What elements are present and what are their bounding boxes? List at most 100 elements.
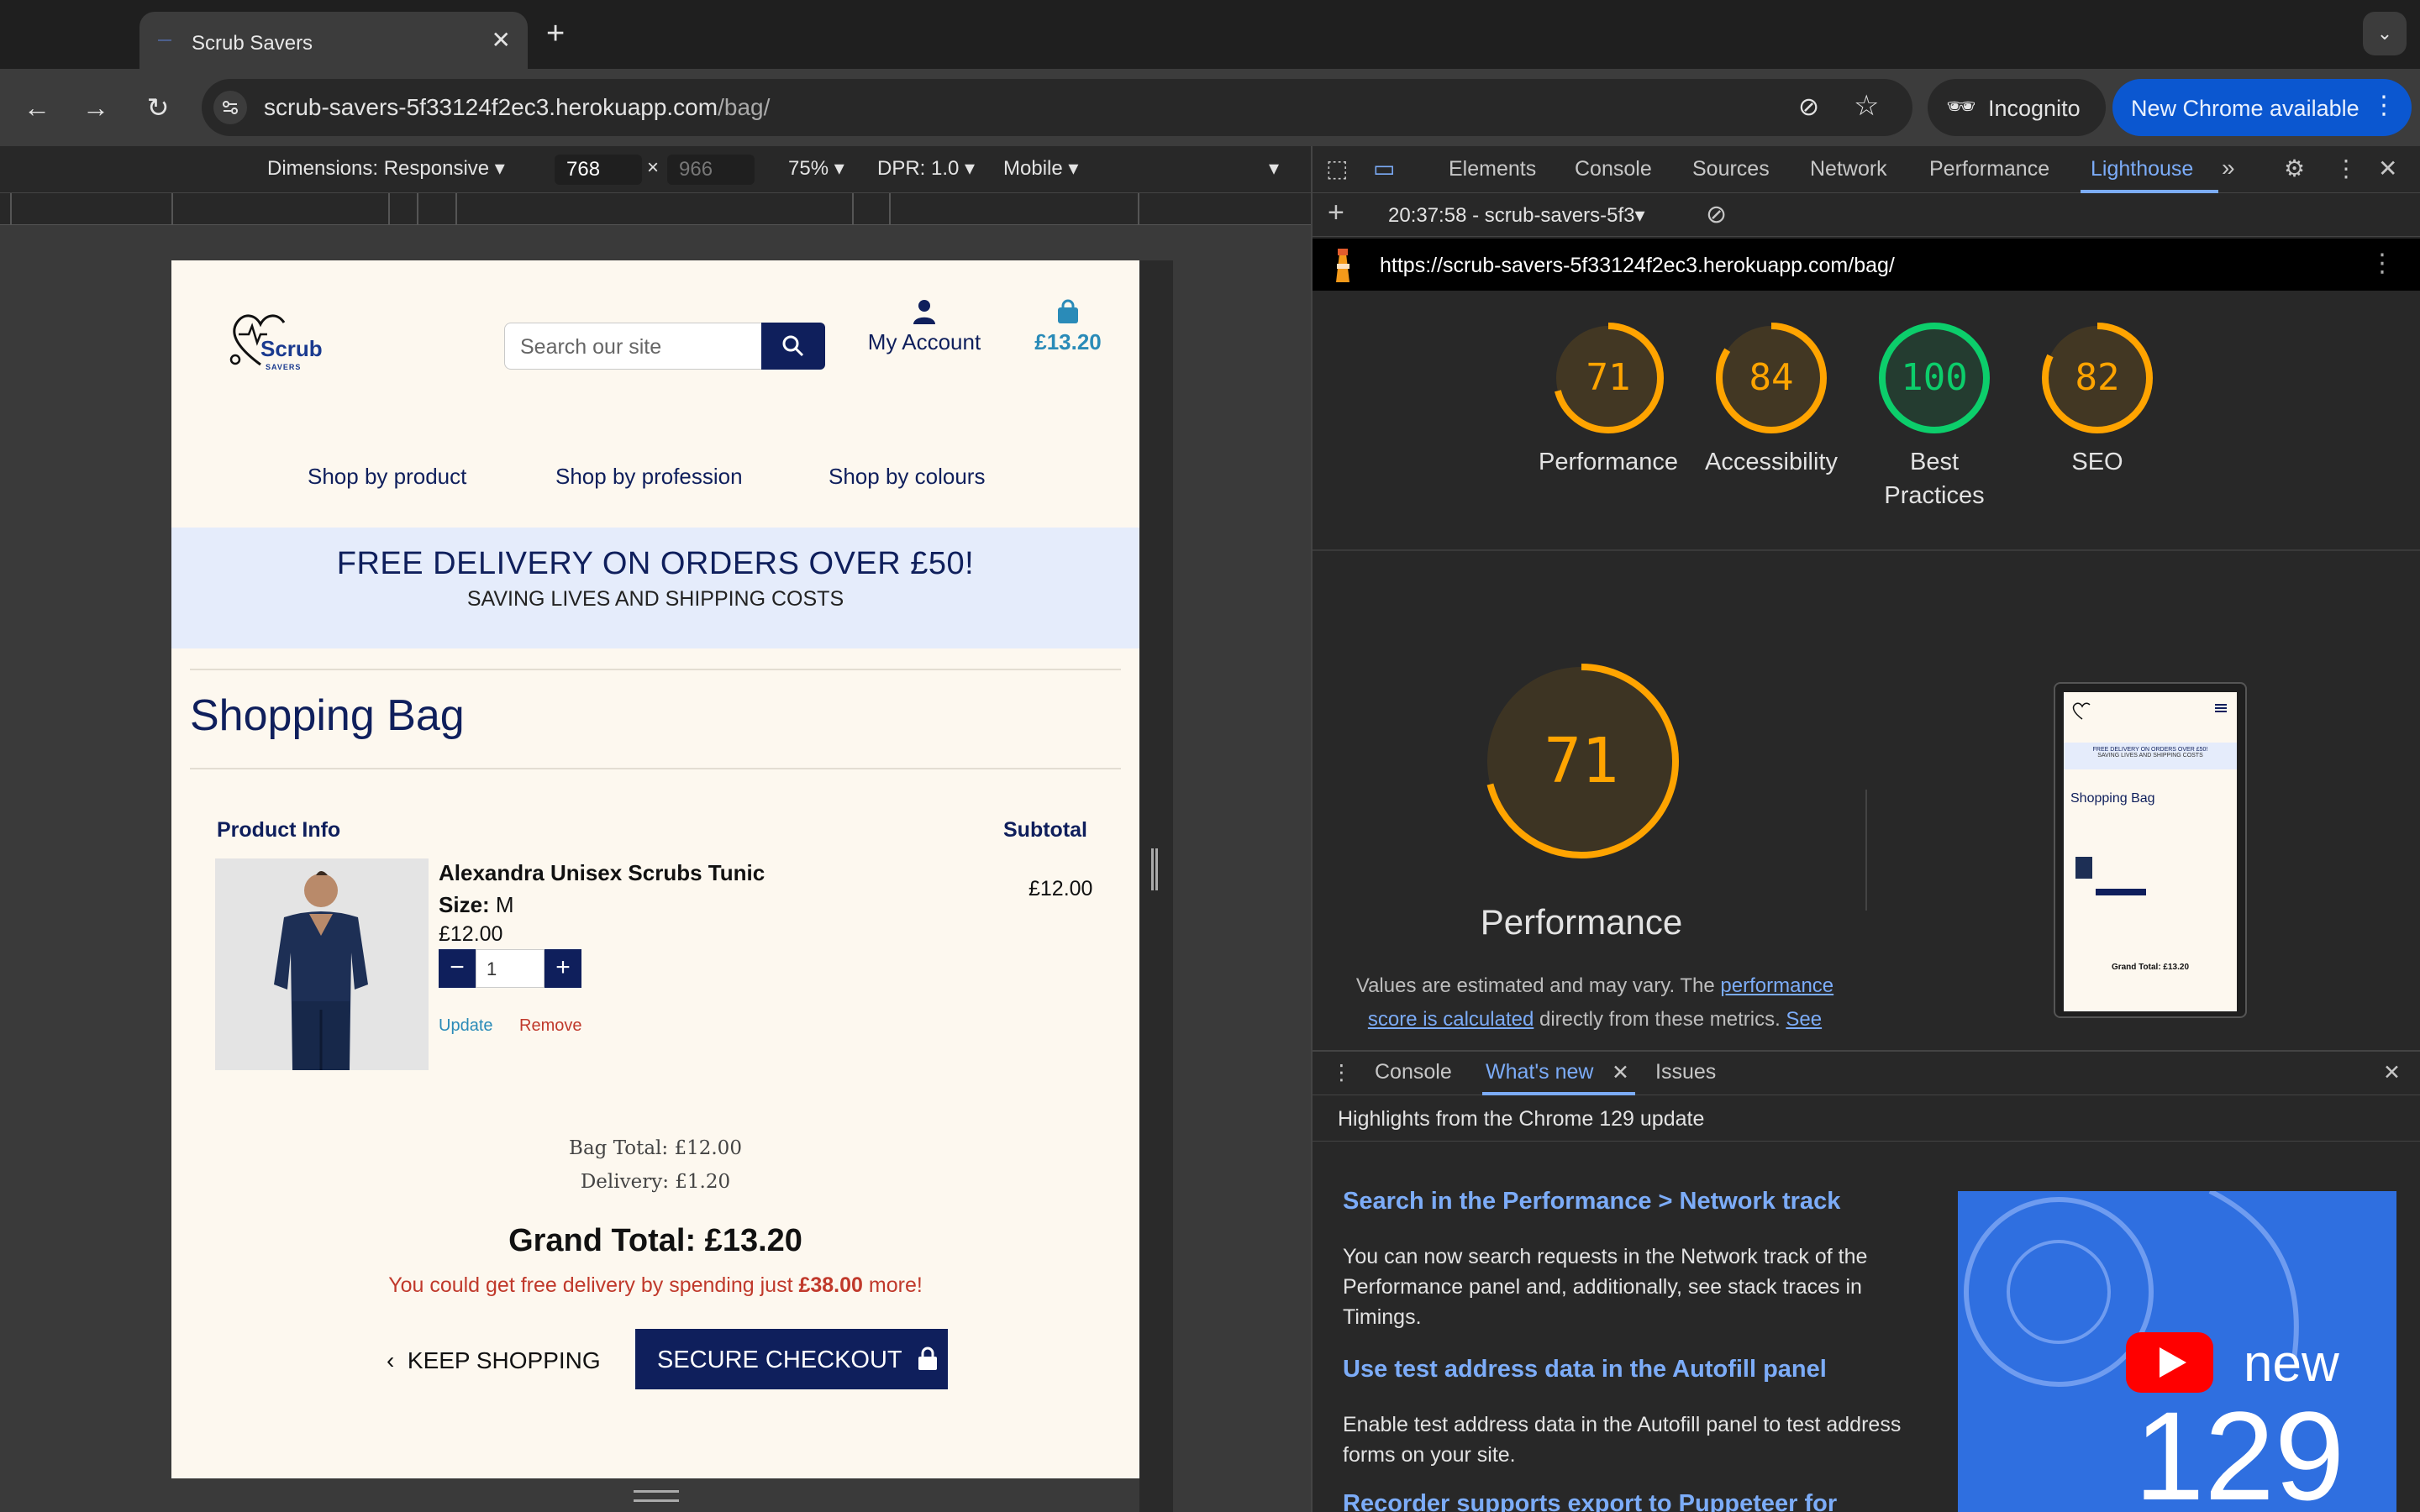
tab-search-icon[interactable]: ⌄ — [2363, 12, 2407, 55]
product-image[interactable] — [215, 858, 429, 1070]
back-icon[interactable]: ← — [15, 86, 59, 129]
close-drawer-icon[interactable]: ✕ — [2383, 1060, 2401, 1085]
secure-checkout-button[interactable]: SECURE CHECKOUT — [635, 1329, 948, 1389]
clear-reports-icon[interactable]: ⊘ — [1706, 200, 1727, 229]
tab-sources[interactable]: Sources — [1692, 157, 1770, 181]
score-gauge-accessibility[interactable]: 84 Accessibility — [1705, 319, 1838, 475]
more-vert-icon[interactable]: ⋮ — [2371, 91, 2396, 120]
score-label: Best Practices — [1884, 449, 1985, 509]
qty-increment-button[interactable]: + — [544, 949, 581, 988]
nav-shop-by-product[interactable]: Shop by product — [308, 464, 466, 490]
close-tab-icon[interactable]: ✕ — [492, 29, 511, 52]
divider — [190, 669, 1121, 670]
height-input[interactable]: 966 — [667, 155, 755, 185]
bookmark-star-icon[interactable]: ☆ — [1854, 89, 1879, 123]
close-whats-new-icon[interactable]: ✕ — [1612, 1060, 1629, 1085]
qty-decrement-button[interactable]: − — [439, 949, 476, 988]
mode-select[interactable]: Mobile ▾ — [1003, 156, 1078, 181]
resize-handle[interactable] — [1151, 848, 1158, 890]
report-label: 20:37:58 - scrub-savers-5f3 — [1388, 204, 1635, 227]
device-options-icon[interactable]: ▾ — [1269, 156, 1279, 181]
close-devtools-icon[interactable]: ✕ — [2378, 155, 2397, 182]
bag-total-header: £13.20 — [1034, 329, 1102, 354]
free-msg-prefix: You could get free delivery by spending … — [388, 1273, 799, 1297]
devtools-menu-icon[interactable]: ⋮ — [2334, 155, 2358, 182]
promo-subtitle: SAVING LIVES AND SHIPPING COSTS — [466, 587, 844, 611]
drawer-tab-console[interactable]: Console — [1375, 1060, 1452, 1084]
nav-shop-by-profession[interactable]: Shop by profession — [555, 464, 743, 490]
mode-label: Mobile — [1003, 157, 1063, 180]
dimensions-select[interactable]: Dimensions: Responsive ▾ — [267, 156, 505, 181]
tab-elements[interactable]: Elements — [1449, 157, 1536, 181]
tab-console[interactable]: Console — [1575, 157, 1652, 181]
remove-link[interactable]: Remove — [519, 1016, 581, 1036]
shopping-bag-link[interactable]: £13.20 — [1022, 299, 1114, 355]
eye-off-icon[interactable]: ⊘ — [1798, 92, 1819, 122]
drawer-tab-whats-new[interactable]: What's new — [1486, 1060, 1593, 1084]
delivery-total: Delivery: £1.20 — [580, 1171, 731, 1193]
tab-lighthouse[interactable]: Lighthouse — [2091, 157, 2193, 181]
lock-icon — [918, 1347, 938, 1370]
report-select[interactable]: 20:37:58 - scrub-savers-5f3▾ — [1388, 203, 1645, 228]
qty-input[interactable]: 1 — [476, 949, 544, 988]
media-query-ruler[interactable] — [0, 193, 1311, 225]
tab-network[interactable]: Network — [1810, 157, 1887, 181]
add-report-icon[interactable]: + — [1328, 197, 1344, 229]
nav-shop-by-colours[interactable]: Shop by colours — [829, 464, 985, 490]
zoom-select[interactable]: 75% ▾ — [788, 156, 844, 181]
tab-title: Scrub Savers — [192, 32, 313, 55]
chevron-left-icon: ‹ — [387, 1347, 395, 1373]
whats-new-item-title[interactable]: Recorder supports export to Puppeteer fo… — [1343, 1490, 1837, 1512]
logo-text: Scrub — [260, 336, 323, 361]
bottom-resize-handle[interactable] — [634, 1490, 679, 1502]
big-score-label: Performance — [1480, 902, 1683, 942]
my-account-link[interactable]: My Account — [857, 299, 992, 355]
update-link[interactable]: Update — [439, 1016, 493, 1036]
score-gauge-best-practices[interactable]: 100 Best Practices — [1876, 319, 1993, 509]
final-screenshot-thumbnail[interactable]: FREE DELIVERY ON ORDERS OVER £50! SAVING … — [2054, 682, 2247, 1018]
width-input[interactable]: 768 — [555, 155, 642, 185]
forward-icon[interactable]: → — [74, 86, 118, 129]
inspect-element-icon[interactable]: ⬚ — [1326, 155, 1348, 182]
drawer-tab-issues[interactable]: Issues — [1655, 1060, 1716, 1084]
settings-gear-icon[interactable]: ⚙ — [2284, 155, 2305, 182]
times-icon: × — [647, 156, 660, 179]
site-info-icon[interactable] — [213, 91, 247, 124]
lighthouse-report-url: https://scrub-savers-5f33124f2ec3.heroku… — [1380, 254, 1895, 277]
report-menu-icon[interactable]: ⋮ — [2370, 249, 2395, 278]
browser-tab[interactable]: — Scrub Savers ✕ — [139, 12, 528, 69]
address-bar[interactable]: scrub-savers-5f33124f2ec3.herokuapp.com/… — [202, 79, 1912, 136]
product-size: Size: M — [439, 892, 514, 918]
bag-total: Bag Total: £12.00 — [569, 1137, 742, 1159]
keep-shopping-button[interactable]: ‹ KEEP SHOPPING — [387, 1347, 601, 1374]
more-tabs-icon[interactable]: » — [2222, 155, 2235, 181]
new-tab-icon[interactable]: + — [546, 15, 565, 52]
score-label: Accessibility — [1705, 449, 1838, 475]
site-logo[interactable]: Scrub SAVERS — [227, 306, 323, 377]
whats-new-item-title[interactable]: Use test address data in the Autofill pa… — [1343, 1356, 1827, 1383]
score-gauge-seo[interactable]: 82 SEO — [2039, 319, 2156, 475]
shopping-bag-icon — [1058, 299, 1078, 323]
incognito-label: Incognito — [1988, 96, 2081, 121]
reload-icon[interactable]: ↻ — [136, 86, 180, 129]
promo-title: FREE DELIVERY ON ORDERS OVER £50! — [336, 546, 975, 581]
new-chrome-button[interactable]: New Chrome available ⋮ — [2112, 79, 2412, 136]
drawer-menu-icon[interactable]: ⋮ — [1331, 1060, 1352, 1085]
site-search-button[interactable] — [761, 323, 825, 370]
score-value: 100 — [1901, 356, 1968, 399]
device-toggle-icon[interactable]: ▭ — [1373, 155, 1395, 182]
dpr-select[interactable]: DPR: 1.0 ▾ — [877, 156, 975, 181]
score-value: 84 — [1749, 356, 1794, 399]
site-viewport: Scrub SAVERS Search our site My Account … — [171, 260, 1139, 1478]
score-gauge-performance[interactable]: 71 Performance — [1539, 319, 1678, 475]
my-account-label: My Account — [867, 329, 981, 354]
tab-performance[interactable]: Performance — [1929, 157, 2049, 181]
whats-new-item-title[interactable]: Search in the Performance > Network trac… — [1343, 1188, 1840, 1215]
incognito-icon: 🕶 — [1946, 93, 1976, 119]
page-title: Shopping Bag — [190, 691, 465, 740]
site-search-input[interactable]: Search our site — [504, 323, 765, 370]
whats-new-video-thumbnail[interactable]: new 129 — [1958, 1191, 2396, 1512]
score-label: SEO — [2071, 449, 2123, 475]
incognito-button[interactable]: 🕶 Incognito — [1928, 79, 2106, 136]
thumbnail-menu-icon — [2215, 704, 2227, 706]
